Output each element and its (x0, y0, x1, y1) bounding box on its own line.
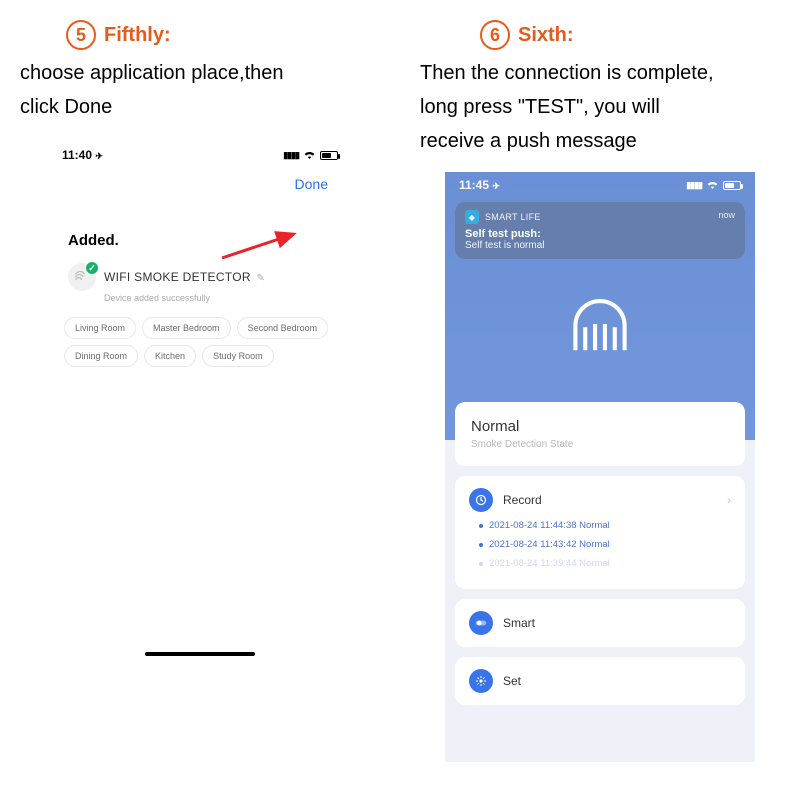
step-6-description: Then the connection is complete, long pr… (410, 56, 790, 158)
check-icon: ✓ (85, 261, 99, 275)
device-row: ✓ WIFI SMOKE DETECTOR ✎ (50, 259, 350, 291)
push-notification[interactable]: ◆ SMART LIFE now Self test push: Self te… (455, 202, 745, 259)
device-name: WIFI SMOKE DETECTOR ✎ (104, 270, 265, 284)
step-6-badge: 6 (480, 20, 510, 50)
gear-icon (469, 669, 493, 693)
status-bar: 11:45 ✈︎ ▮▮▮▮ (445, 172, 755, 198)
state-subtitle: Smoke Detection State (471, 439, 729, 450)
edit-icon[interactable]: ✎ (256, 273, 265, 284)
room-chip[interactable]: Dining Room (64, 345, 138, 367)
push-body: Self test is normal (465, 240, 735, 251)
set-label: Set (503, 674, 521, 688)
room-chips: Living Room Master Bedroom Second Bedroo… (50, 303, 350, 381)
push-timestamp: now (718, 210, 735, 220)
push-title: Self test push: (465, 228, 735, 240)
smart-card[interactable]: Smart (455, 599, 745, 647)
record-line: 2021-08-24 11:44:38 Normal (479, 520, 731, 531)
toggle-icon (469, 611, 493, 635)
done-button[interactable]: Done (295, 176, 328, 192)
signal-icon: ▮▮▮▮ (686, 180, 702, 191)
status-time: 11:40 ✈︎ (62, 148, 103, 162)
step-6-desc-line2: long press "TEST", you will (420, 90, 790, 124)
phone-screen-left: 11:40 ✈︎ ▮▮▮▮ Done Added. ✓ WIFI SMOKE D… (50, 144, 350, 664)
push-app-name: SMART LIFE (485, 212, 541, 222)
status-time: 11:45 ✈︎ (459, 178, 500, 192)
room-chip[interactable]: Master Bedroom (142, 317, 231, 339)
record-line: 2021-08-24 11:43:42 Normal (479, 539, 731, 550)
device-icon: ✓ (68, 263, 96, 291)
step-6-desc-line3: receive a push message (420, 124, 790, 158)
status-indicators: ▮▮▮▮ (686, 179, 741, 192)
device-subtext: Device added successfully (50, 293, 350, 303)
signal-icon: ▮▮▮▮ (283, 150, 299, 161)
added-heading: Added. (50, 198, 350, 259)
cards-area: Normal Smoke Detection State Record › 20… (445, 440, 755, 762)
clock-icon (469, 488, 493, 512)
set-card[interactable]: Set (455, 657, 745, 705)
step-5-desc-line1: choose application place,then (20, 56, 390, 90)
room-chip[interactable]: Study Room (202, 345, 274, 367)
home-indicator (145, 652, 255, 656)
step-5-desc-line2: click Done (20, 90, 390, 124)
step-5-description: choose application place,then click Done (10, 56, 390, 124)
wifi-icon (706, 179, 719, 192)
record-card[interactable]: Record › 2021-08-24 11:44:38 Normal 2021… (455, 476, 745, 589)
room-chip[interactable]: Kitchen (144, 345, 196, 367)
wifi-icon (303, 149, 316, 162)
step-5-title: Fifthly: (104, 24, 171, 47)
record-label: Record (503, 493, 542, 507)
chevron-right-icon: › (727, 493, 731, 507)
battery-icon (723, 181, 741, 190)
step-6-header: 6 Sixth: (410, 20, 790, 50)
step-5-badge: 5 (66, 20, 96, 50)
state-title: Normal (471, 418, 729, 435)
battery-icon (320, 151, 338, 160)
record-list: 2021-08-24 11:44:38 Normal 2021-08-24 11… (479, 520, 731, 569)
step-5-column: 5 Fifthly: choose application place,then… (0, 0, 400, 800)
status-bar: 11:40 ✈︎ ▮▮▮▮ (50, 144, 350, 166)
step-5-header: 5 Fifthly: (10, 20, 390, 50)
smart-label: Smart (503, 616, 535, 630)
status-indicators: ▮▮▮▮ (283, 149, 338, 162)
room-chip[interactable]: Second Bedroom (237, 317, 329, 339)
phone-screen-right: 11:45 ✈︎ ▮▮▮▮ ◆ SMART LIFE now Self test… (445, 172, 755, 762)
room-chip[interactable]: Living Room (64, 317, 136, 339)
state-card: Normal Smoke Detection State (455, 402, 745, 466)
step-6-desc-line1: Then the connection is complete, (420, 56, 790, 90)
device-hero-icon (445, 283, 755, 365)
step-6-column: 6 Sixth: Then the connection is complete… (400, 0, 800, 800)
app-icon: ◆ (465, 210, 479, 224)
record-line: 2021-08-24 11:39:44 Normal (479, 558, 731, 569)
step-6-title: Sixth: (518, 24, 574, 47)
